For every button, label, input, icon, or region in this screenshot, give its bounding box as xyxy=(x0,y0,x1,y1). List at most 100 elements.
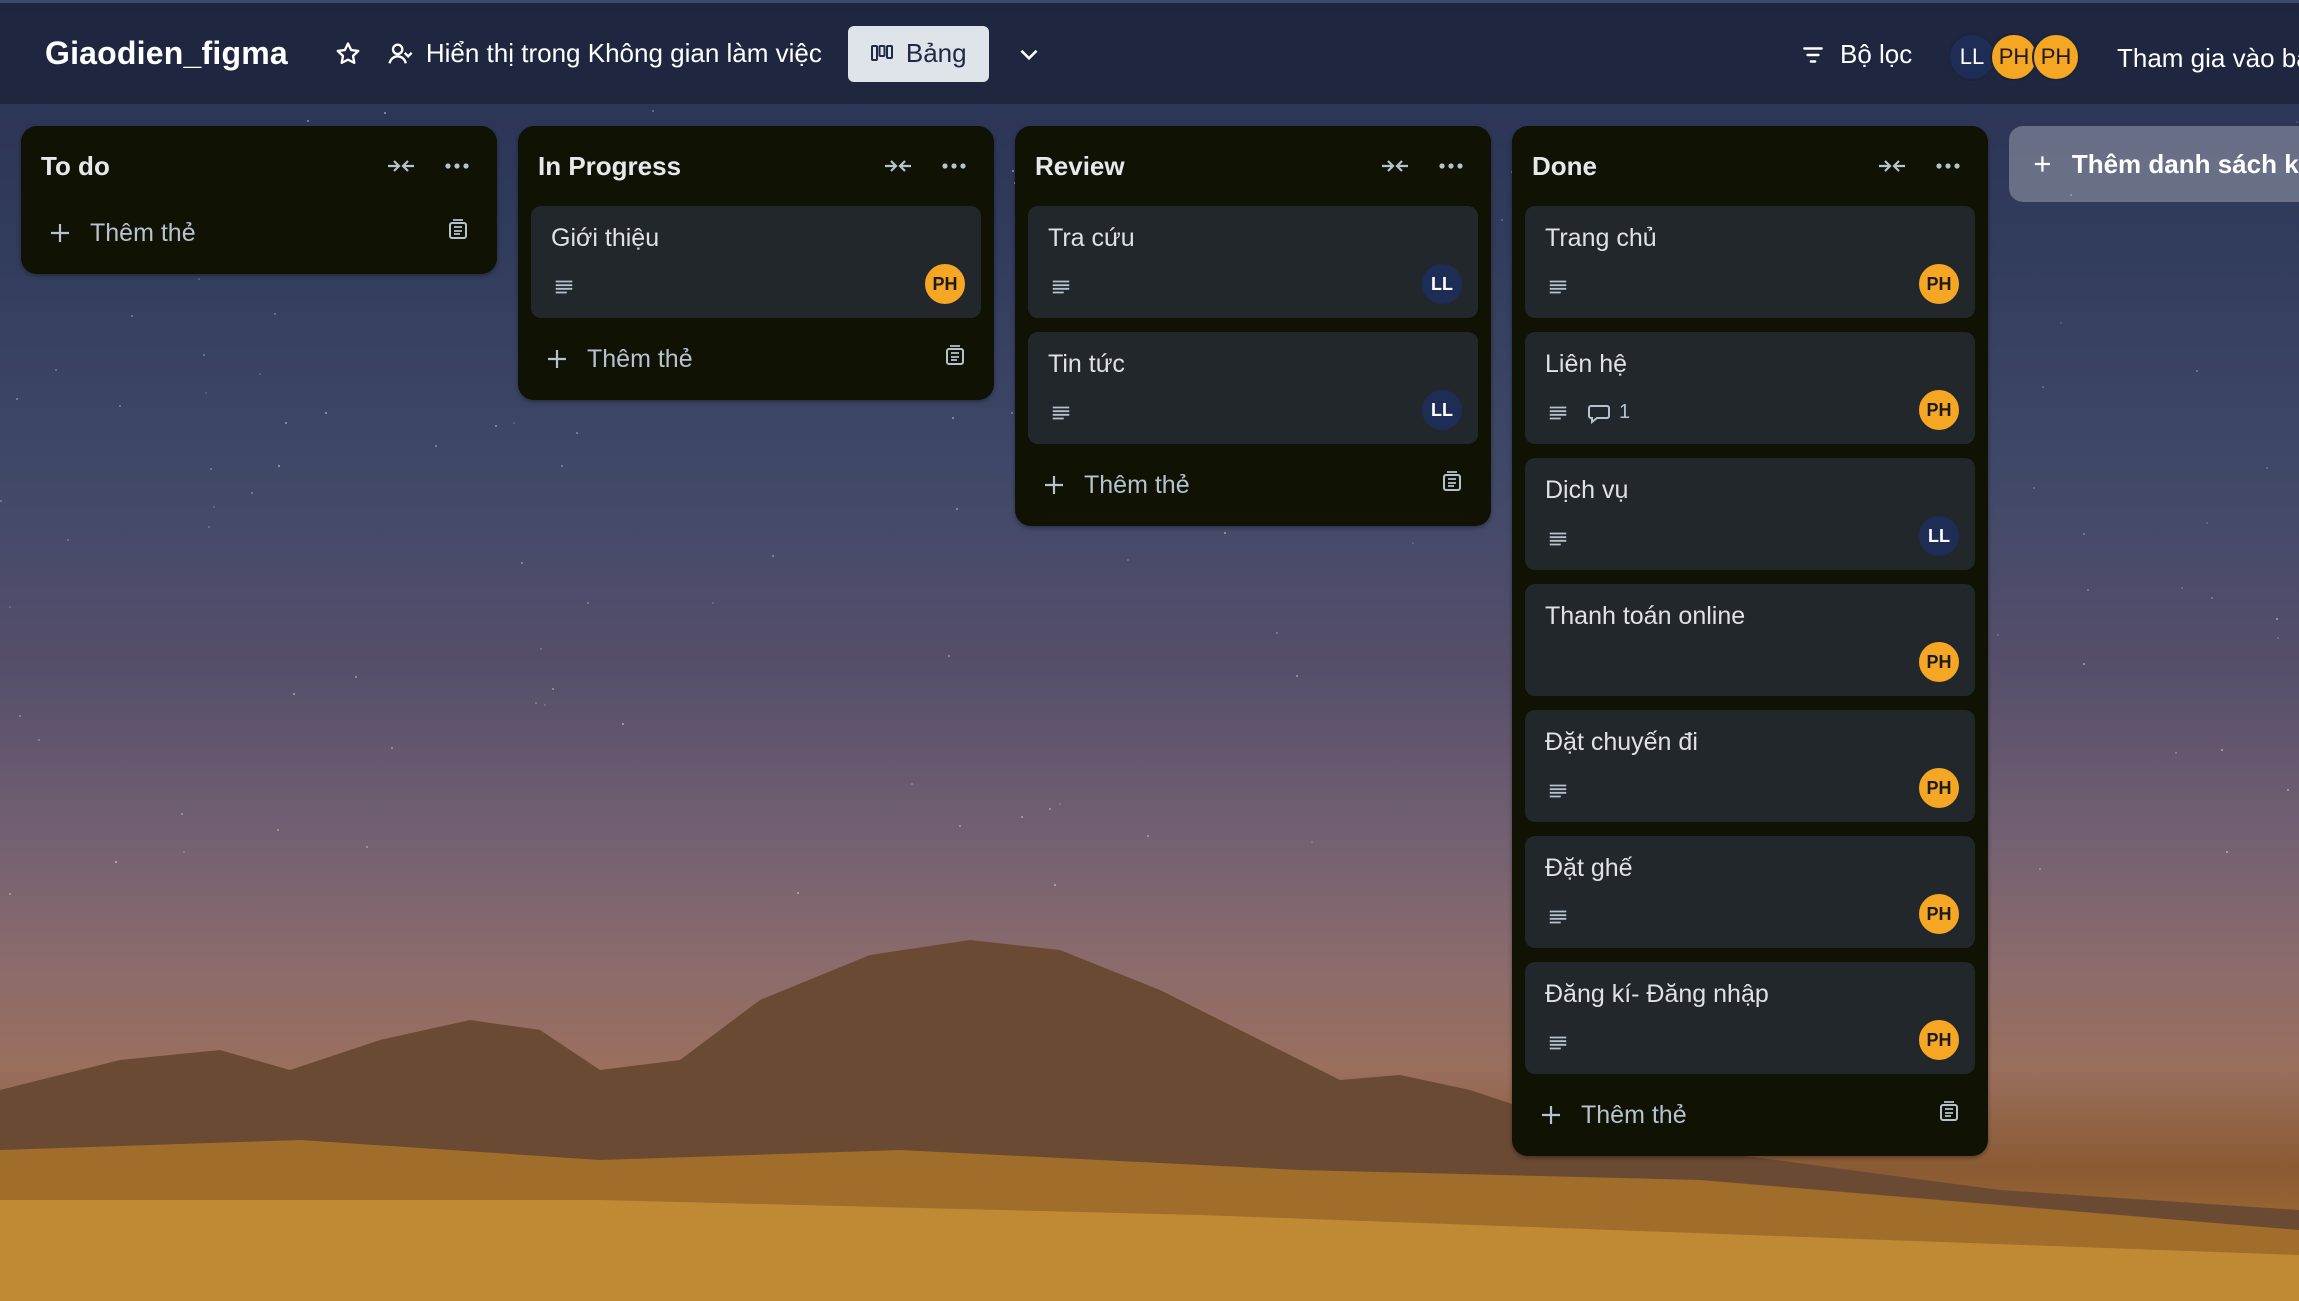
description-lines-icon xyxy=(1549,532,1567,546)
card-badges xyxy=(1547,276,1569,298)
join-board-button[interactable]: Tham gia vào bả xyxy=(2117,43,2299,74)
card-title: Thanh toán online xyxy=(1545,602,1746,630)
description-lines-icon xyxy=(1549,784,1567,798)
collapse-arrows-icon xyxy=(1879,160,1905,172)
description-lines-icon xyxy=(1052,280,1070,294)
description-lines-icon xyxy=(555,280,573,294)
description-lines-icon xyxy=(1549,1036,1567,1050)
list-title[interactable]: In Progress xyxy=(538,151,862,182)
list-actions-button[interactable] xyxy=(934,146,974,186)
card[interactable]: Dịch vụ LL xyxy=(1525,458,1975,570)
list-header[interactable]: To do xyxy=(34,126,484,206)
view-switcher-button[interactable] xyxy=(1007,32,1051,76)
people-icon xyxy=(388,43,413,64)
card-title: Dịch vụ xyxy=(1545,476,1629,504)
add-card-label: Thêm thẻ xyxy=(90,218,196,247)
card-title: Giới thiệu xyxy=(551,224,660,252)
add-card-label: Thêm thẻ xyxy=(1084,470,1190,499)
card-member-avatar[interactable]: PH xyxy=(1917,388,1961,432)
add-card-button[interactable]: Thêm thẻ xyxy=(1525,1088,1975,1142)
card-badges: 1 xyxy=(1547,401,1630,424)
star-icon xyxy=(336,41,360,64)
list-actions-button[interactable] xyxy=(1928,146,1968,186)
star-button[interactable] xyxy=(328,34,368,74)
add-card-button[interactable]: Thêm thẻ xyxy=(531,332,981,386)
avatar[interactable]: PH xyxy=(2032,33,2080,81)
card-member-avatar[interactable]: PH xyxy=(1917,766,1961,810)
card[interactable]: Trang chủ PH xyxy=(1525,206,1975,318)
card[interactable]: Thanh toán online PH xyxy=(1525,584,1975,696)
template-icon[interactable] xyxy=(446,218,470,242)
add-card-button[interactable]: Thêm thẻ xyxy=(34,206,484,260)
template-icon[interactable] xyxy=(943,344,967,368)
board-title[interactable]: Giaodien_figma xyxy=(45,35,288,72)
card[interactable]: Giới thiệu PH xyxy=(531,206,981,318)
card-title: Tra cứu xyxy=(1048,224,1135,252)
list-3: Done Trang chủ PH Liên hệ 1 PH Dịch vụ LL Thanh … xyxy=(1512,126,1988,1156)
create-from-template-button[interactable] xyxy=(446,218,470,249)
card-member-avatar[interactable]: PH xyxy=(1917,262,1961,306)
list-2: Review Tra cứu LL Tin tức LL Thêm thẻ xyxy=(1015,126,1491,526)
board-members[interactable]: LL PH PH xyxy=(1948,33,2080,81)
add-list-button[interactable]: Thêm danh sách khá xyxy=(2009,126,2299,202)
collapse-arrows-icon xyxy=(1382,160,1408,172)
card-member-avatar[interactable]: LL xyxy=(1420,262,1464,306)
collapse-list-button[interactable] xyxy=(878,146,918,186)
visibility-label: Hiển thị trong Không gian làm việc xyxy=(425,38,822,68)
card-badges xyxy=(1547,1032,1569,1054)
add-card-button[interactable]: Thêm thẻ xyxy=(1028,458,1478,512)
collapse-arrows-icon xyxy=(885,160,911,172)
card-badges xyxy=(1547,528,1569,550)
add-card-label: Thêm thẻ xyxy=(1581,1100,1687,1129)
card[interactable]: Đăng kí- Đăng nhập PH xyxy=(1525,962,1975,1074)
card[interactable]: Liên hệ 1 PH xyxy=(1525,332,1975,444)
card-title: Đăng kí- Đăng nhập xyxy=(1545,980,1769,1008)
create-from-template-button[interactable] xyxy=(1937,1100,1961,1131)
card[interactable]: Tin tức LL xyxy=(1028,332,1478,444)
card[interactable]: Tra cứu LL xyxy=(1028,206,1478,318)
template-icon[interactable] xyxy=(1440,470,1464,494)
filter-button[interactable]: Bộ lọc xyxy=(1800,39,1912,70)
add-card-label: Thêm thẻ xyxy=(587,344,693,373)
list-actions-button[interactable] xyxy=(437,146,477,186)
list-header[interactable]: Done xyxy=(1525,126,1975,206)
card[interactable]: Đặt ghế PH xyxy=(1525,836,1975,948)
list-title[interactable]: Done xyxy=(1532,151,1856,182)
create-from-template-button[interactable] xyxy=(943,344,967,375)
list-title[interactable]: To do xyxy=(41,151,365,182)
card-badges xyxy=(1547,906,1569,928)
list-header[interactable]: Review xyxy=(1028,126,1478,206)
card-member-avatar[interactable]: LL xyxy=(1420,388,1464,432)
collapse-list-button[interactable] xyxy=(1872,146,1912,186)
avatar[interactable]: PH xyxy=(1990,33,2038,81)
template-icon[interactable] xyxy=(1937,1100,1961,1124)
card-member-avatar[interactable]: PH xyxy=(1917,1018,1961,1062)
card-member-avatar[interactable]: PH xyxy=(923,262,967,306)
card-badges xyxy=(1547,780,1569,802)
more-dots-icon xyxy=(1936,163,1960,169)
card-member-avatar[interactable]: PH xyxy=(1917,640,1961,684)
board-header: Giaodien_figma Hiển thị trong Không gian… xyxy=(0,0,2299,104)
avatar[interactable]: LL xyxy=(1948,33,1996,81)
list-title[interactable]: Review xyxy=(1035,151,1359,182)
card-member-avatar[interactable]: PH xyxy=(1917,892,1961,936)
collapse-list-button[interactable] xyxy=(1375,146,1415,186)
create-from-template-button[interactable] xyxy=(1440,470,1464,501)
plus-icon xyxy=(1045,476,1063,494)
add-list-label: Thêm danh sách khá xyxy=(2071,148,2299,179)
visibility-button[interactable]: Hiển thị trong Không gian làm việc xyxy=(386,38,822,69)
plus-icon xyxy=(548,350,566,368)
card-member-avatar[interactable]: LL xyxy=(1917,514,1961,558)
more-dots-icon xyxy=(1439,163,1463,169)
plus-icon xyxy=(1542,1106,1560,1124)
comment-count: 1 xyxy=(1619,401,1631,423)
card-badges xyxy=(1050,276,1072,298)
list-actions-button[interactable] xyxy=(1431,146,1471,186)
card[interactable]: Đặt chuyến đi PH xyxy=(1525,710,1975,822)
collapse-list-button[interactable] xyxy=(381,146,421,186)
list-1: In Progress Giới thiệu PH Thêm thẻ xyxy=(518,126,994,400)
description-lines-icon xyxy=(1549,406,1567,419)
chevron-down-icon xyxy=(1020,49,1038,60)
board-view-button[interactable]: Bảng xyxy=(847,25,989,82)
list-header[interactable]: In Progress xyxy=(531,126,981,206)
